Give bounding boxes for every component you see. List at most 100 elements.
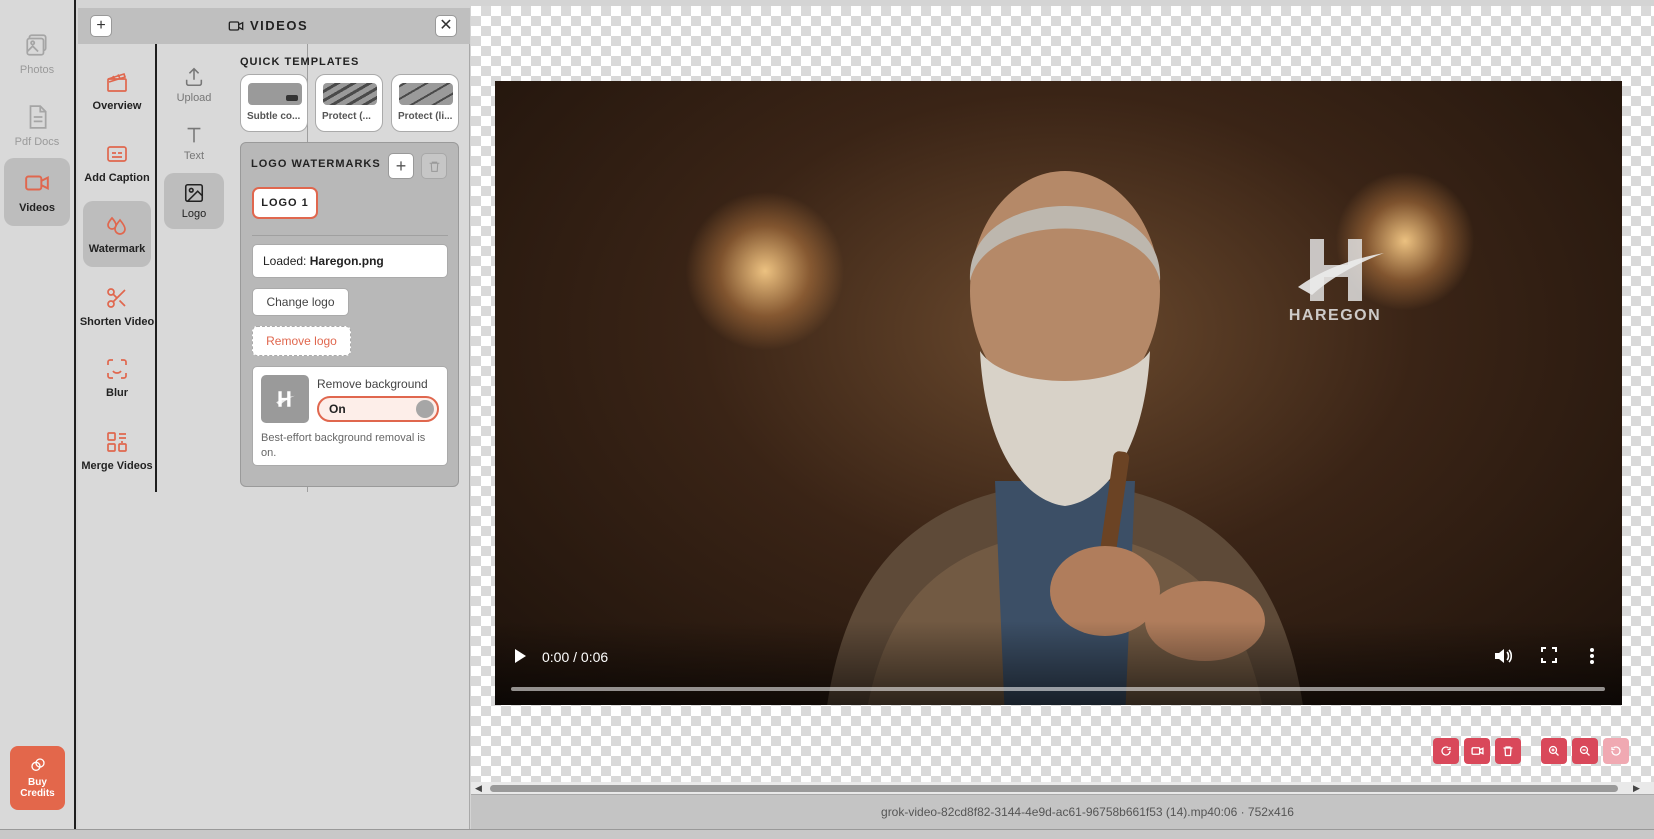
- buy-credits-button[interactable]: Buy Credits: [10, 746, 65, 810]
- video-icon: [1470, 747, 1484, 755]
- logo-watermarks-title: LOGO WATERMARKS: [251, 158, 381, 170]
- play-icon[interactable]: [513, 647, 527, 665]
- template-protect-light[interactable]: Protect (li...: [391, 74, 459, 132]
- template-label: Protect (li...: [398, 111, 453, 122]
- remove-background-card: Remove background On Best-effort backgro…: [252, 366, 448, 466]
- rail-item-videos[interactable]: Videos: [4, 158, 70, 226]
- close-icon: ✕: [439, 17, 453, 34]
- rail-item-label: Photos: [19, 64, 55, 76]
- loaded-filename: Haregon.png: [309, 254, 384, 268]
- status-bar: grok-video-82cd8f82-3144-4e9d-ac61-96758…: [471, 794, 1654, 829]
- volume-icon[interactable]: [1493, 647, 1513, 665]
- rail-item-photos[interactable]: Photos: [4, 20, 70, 88]
- remove-background-note: Best-effort background removal is on.: [261, 432, 426, 459]
- editor-canvas: HAREGON 0:00 / 0:06: [471, 6, 1654, 782]
- video-source-button[interactable]: [1464, 738, 1490, 764]
- zoom-out-icon: [1579, 745, 1590, 756]
- template-preview: [399, 83, 453, 105]
- focus-frame-icon: [107, 359, 127, 379]
- logo-thumbnail: [261, 375, 309, 423]
- feature-label: Merge Videos: [81, 460, 153, 472]
- feature-label: Watermark: [88, 243, 146, 255]
- video-player[interactable]: HAREGON 0:00 / 0:06: [495, 81, 1622, 705]
- rotate-ccw-icon: [1611, 746, 1621, 756]
- feature-overview[interactable]: Overview: [83, 58, 151, 124]
- feature-add-caption[interactable]: Add Caption: [83, 130, 151, 196]
- delete-video-button[interactable]: [1495, 738, 1521, 764]
- toggle-knob: [416, 400, 434, 418]
- buy-credits-label: Buy Credits: [20, 777, 55, 799]
- video-icon: [25, 175, 49, 191]
- zoom-out-button[interactable]: [1572, 738, 1598, 764]
- scrollbar-thumb[interactable]: [490, 785, 1618, 792]
- feature-merge-videos[interactable]: Merge Videos: [81, 418, 153, 484]
- sub-text[interactable]: Text: [164, 116, 224, 170]
- videos-panel: + VIDEOS ✕ Overview Add Caption Watermar…: [78, 8, 470, 839]
- quick-templates-title: QUICK TEMPLATES: [240, 56, 360, 68]
- scissors-icon: [107, 288, 126, 308]
- add-logo-button[interactable]: +: [388, 153, 414, 179]
- pdf-icon: [29, 105, 47, 129]
- rail-item-label: Videos: [19, 202, 55, 214]
- template-preview: [323, 83, 377, 105]
- refresh-icon: [1441, 746, 1451, 756]
- watermark-logo-overlay[interactable]: HAREGON: [1275, 231, 1395, 331]
- video-icon: [228, 20, 244, 31]
- change-logo-button[interactable]: Change logo: [252, 288, 349, 316]
- new-button[interactable]: +: [90, 15, 112, 37]
- template-protect-heavy[interactable]: Protect (...: [315, 74, 383, 132]
- more-options-icon[interactable]: [1589, 647, 1595, 665]
- logo-chip[interactable]: LOGO 1: [252, 187, 318, 219]
- feature-shorten-video[interactable]: Shorten Video: [80, 274, 154, 340]
- template-label: Protect (...: [322, 111, 371, 122]
- toggle-label: On: [329, 402, 346, 416]
- video-progress-bar[interactable]: [511, 687, 1605, 691]
- feature-label: Add Caption: [84, 172, 150, 184]
- replace-video-button[interactable]: [1433, 738, 1459, 764]
- feature-label: Overview: [92, 100, 142, 112]
- loaded-file-field: Loaded: Haregon.png: [252, 244, 448, 278]
- haregon-logo-thumb: [276, 391, 295, 407]
- sub-upload[interactable]: Upload: [164, 58, 224, 112]
- scroll-left-icon[interactable]: ◀: [475, 783, 482, 794]
- feature-blur[interactable]: Blur: [83, 345, 151, 411]
- feature-list: Overview Add Caption Watermark Shorten V…: [78, 44, 157, 492]
- bottom-strip: [0, 829, 1654, 839]
- template-label: Subtle co...: [247, 111, 301, 122]
- remove-logo-button[interactable]: Remove logo: [252, 326, 351, 356]
- rail-item-label: Pdf Docs: [14, 136, 60, 148]
- sub-logo[interactable]: Logo: [164, 173, 224, 229]
- merge-grid-icon: [107, 432, 127, 452]
- photos-icon: [26, 34, 47, 56]
- template-subtle[interactable]: Subtle co...: [240, 74, 308, 132]
- panel-header: + VIDEOS ✕: [78, 8, 470, 44]
- divider: [252, 235, 448, 236]
- plus-icon: +: [395, 155, 407, 176]
- droplets-icon: [107, 216, 126, 235]
- panel-title: VIDEOS: [228, 18, 308, 33]
- feature-label: Blur: [106, 387, 128, 399]
- close-button[interactable]: ✕: [435, 15, 457, 37]
- clapperboard-icon: [107, 72, 127, 92]
- caption-icon: [107, 146, 127, 162]
- zoom-in-button[interactable]: [1541, 738, 1567, 764]
- coins-icon: [30, 758, 45, 771]
- reset-zoom-button[interactable]: [1603, 738, 1629, 764]
- old-man-figure: [827, 171, 1303, 705]
- remove-background-toggle[interactable]: On: [317, 396, 439, 422]
- scroll-right-icon[interactable]: ▶: [1633, 783, 1640, 794]
- zoom-in-icon: [1548, 745, 1559, 756]
- delete-logo-button[interactable]: [421, 153, 447, 179]
- app-rail: Photos Pdf Docs Videos Buy Credits: [0, 0, 76, 839]
- video-time: 0:00 / 0:06: [542, 649, 609, 665]
- template-preview: [248, 83, 302, 105]
- fullscreen-icon[interactable]: [1541, 647, 1557, 663]
- upload-icon: [185, 67, 203, 87]
- sub-label: Logo: [181, 208, 207, 220]
- feature-watermark[interactable]: Watermark: [83, 201, 151, 267]
- trash-icon: [1503, 746, 1513, 757]
- sub-label: Text: [183, 150, 205, 162]
- file-info: grok-video-82cd8f82-3144-4e9d-ac61-96758…: [881, 805, 1294, 819]
- panel-title-text: VIDEOS: [250, 18, 309, 33]
- rail-item-pdf-docs[interactable]: Pdf Docs: [4, 92, 70, 160]
